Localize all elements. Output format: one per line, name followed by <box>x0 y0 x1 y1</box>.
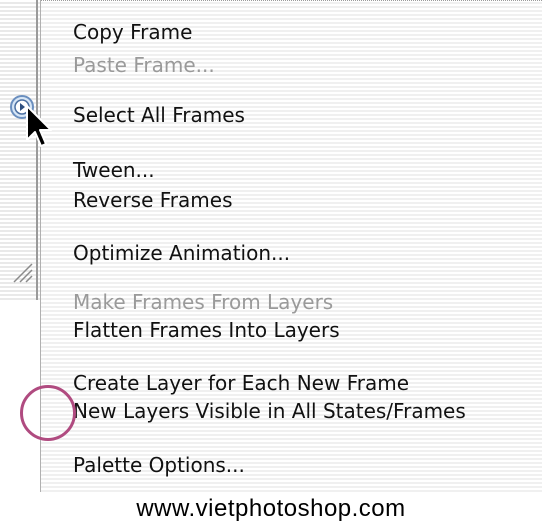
palette-edge <box>36 0 38 300</box>
highlight-circle <box>20 385 76 441</box>
palette-context-menu: Copy Frame Paste Frame... Select All Fra… <box>40 0 542 492</box>
menu-item-tween[interactable]: Tween... <box>73 157 155 183</box>
menu-item-paste-frame: Paste Frame... <box>73 53 215 77</box>
menu-item-palette-options[interactable]: Palette Options... <box>73 452 245 478</box>
menu-item-copy-frame[interactable]: Copy Frame <box>73 19 192 45</box>
menu-item-make-frames-from-layers: Make Frames From Layers <box>73 290 334 314</box>
resize-grip-icon[interactable] <box>10 260 34 284</box>
menu-item-create-layer-each-new-frame[interactable]: Create Layer for Each New Frame <box>73 370 409 396</box>
menu-top-border <box>41 0 542 4</box>
menu-item-new-layers-visible[interactable]: New Layers Visible in All States/Frames <box>73 398 466 424</box>
menu-item-reverse-frames[interactable]: Reverse Frames <box>73 187 232 213</box>
watermark-text: www.vietphotoshop.com <box>136 495 406 522</box>
menu-item-optimize-animation[interactable]: Optimize Animation... <box>73 240 290 266</box>
menu-item-select-all-frames[interactable]: Select All Frames <box>73 102 245 128</box>
palette-strip <box>0 0 40 300</box>
menu-item-flatten-frames-into-layers[interactable]: Flatten Frames Into Layers <box>73 317 340 343</box>
arrow-pointer-icon <box>24 104 54 148</box>
